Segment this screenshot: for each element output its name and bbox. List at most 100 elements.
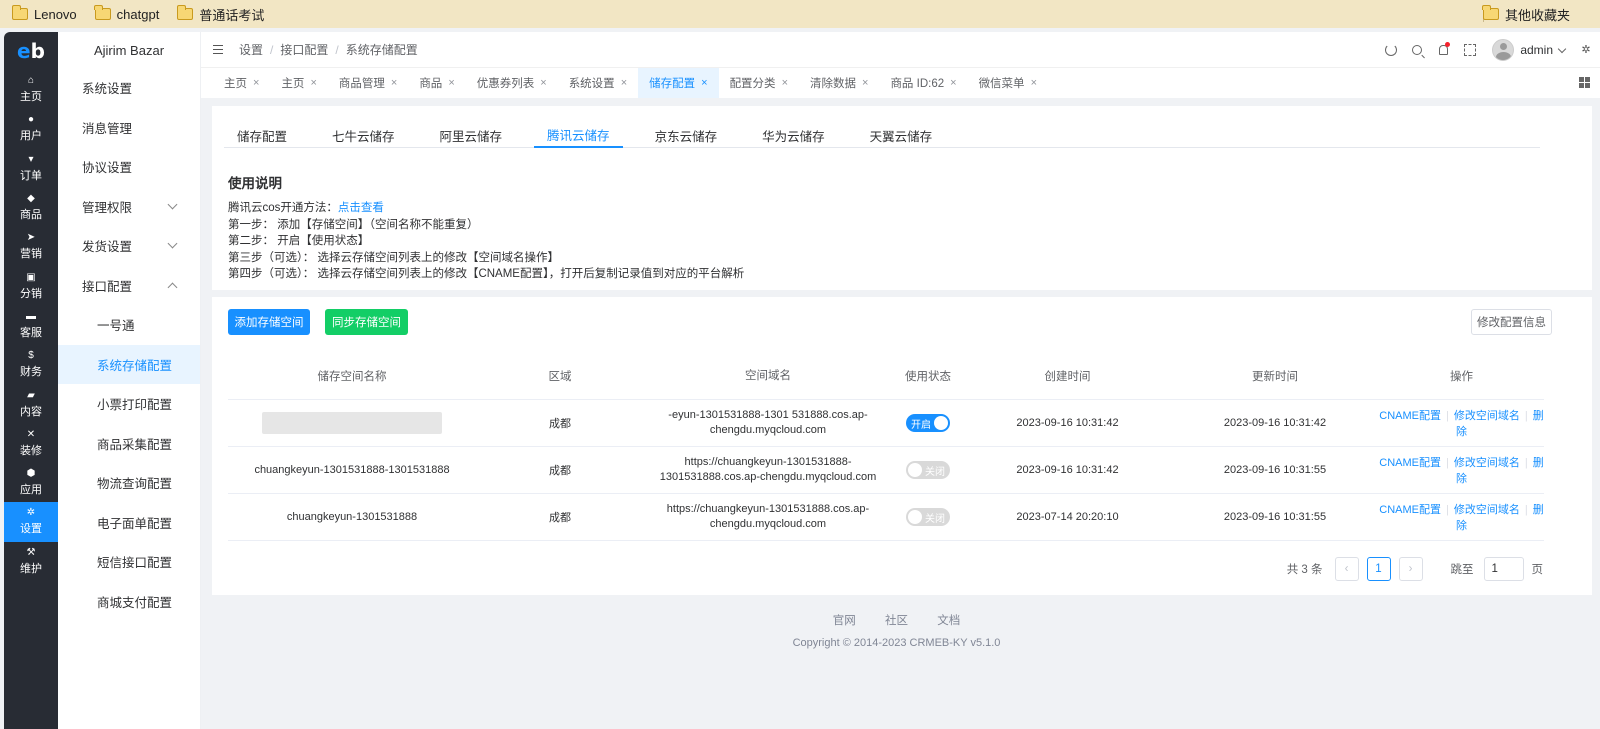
storage-provider-tab[interactable]: 七牛云储存: [319, 122, 408, 148]
rail-item[interactable]: ⚒ 维护: [4, 542, 58, 581]
status-toggle[interactable]: 关闭: [906, 461, 950, 479]
cname-config-link[interactable]: CNAME配置: [1379, 504, 1441, 516]
submenu-item-agreement-settings[interactable]: 协议设置: [58, 147, 200, 187]
submenu-item-shipping-settings[interactable]: 发货设置: [58, 226, 200, 266]
settings-gear-icon[interactable]: ✲: [1580, 44, 1592, 56]
submenu-item-interface-config[interactable]: 接口配置: [58, 266, 200, 306]
edit-domain-link[interactable]: 修改空间域名: [1454, 504, 1520, 516]
footer-link-docs[interactable]: 文档: [937, 615, 960, 627]
close-icon[interactable]: ×: [253, 77, 259, 89]
footer-link-official-site[interactable]: 官网: [833, 615, 856, 627]
close-icon[interactable]: ×: [310, 77, 316, 89]
submenu-item-sms-interface[interactable]: 短信接口配置: [58, 542, 200, 582]
status-cell: 开启: [892, 414, 964, 432]
close-icon[interactable]: ×: [621, 77, 627, 89]
bookmark-lenovo[interactable]: Lenovo: [11, 5, 77, 22]
rail-item[interactable]: ◆ 商品: [4, 188, 58, 227]
submenu-item-payment-config[interactable]: 商城支付配置: [58, 582, 200, 622]
edit-domain-link[interactable]: 修改空间域名: [1454, 410, 1520, 422]
chevron-down-icon[interactable]: [1557, 44, 1567, 53]
storage-provider-tab[interactable]: 腾讯云储存: [534, 122, 623, 148]
storage-provider-tab[interactable]: 天翼云储存: [857, 122, 946, 148]
usage-step: 第四步（可选）： 选择云存储空间列表上的修改【CNAME配置】，打开后复制记录值…: [228, 268, 745, 281]
page-tab[interactable]: 清除数据 ×: [799, 68, 879, 98]
submenu-item-message-management[interactable]: 消息管理: [58, 108, 200, 148]
refresh-icon[interactable]: [1385, 44, 1398, 56]
prev-page-button[interactable]: ‹: [1334, 557, 1359, 581]
submenu-item-storage-config[interactable]: 系统存储配置: [58, 344, 200, 384]
close-icon[interactable]: ×: [391, 77, 397, 89]
rail-item[interactable]: ▾ 订单: [4, 149, 58, 188]
app-logo[interactable]: eb: [4, 32, 58, 70]
submenu-label: 短信接口配置: [97, 556, 173, 571]
close-icon[interactable]: ×: [862, 77, 868, 89]
storage-provider-tab[interactable]: 储存配置: [224, 122, 300, 148]
close-icon[interactable]: ×: [950, 77, 956, 89]
avatar[interactable]: [1492, 39, 1515, 61]
menu-toggle-icon[interactable]: [213, 45, 223, 54]
submenu-item-system-settings[interactable]: 系统设置: [58, 68, 200, 108]
rail-item[interactable]: ✲ 设置: [4, 502, 58, 542]
rail-item[interactable]: ▬ 客服: [4, 306, 58, 345]
status-toggle[interactable]: 关闭: [906, 508, 950, 526]
page-tab[interactable]: 商品 ID:62 ×: [879, 68, 967, 98]
notification-bell-icon[interactable]: [1437, 42, 1451, 56]
jump-page-input[interactable]: 1: [1483, 557, 1524, 581]
rail-icon: ●: [27, 114, 35, 126]
next-page-button[interactable]: ›: [1398, 557, 1423, 581]
rail-item[interactable]: ● 用户: [4, 109, 58, 148]
view-guide-link[interactable]: 点击查看: [338, 202, 384, 214]
page-tab[interactable]: 商品管理 ×: [328, 68, 408, 98]
bookmark-mandarin-exam[interactable]: 普通话考试: [176, 5, 264, 24]
bookmark-chatgpt[interactable]: chatgpt: [94, 5, 159, 22]
page-tab[interactable]: 系统设置 ×: [558, 68, 638, 98]
breadcrumb-item[interactable]: 设置: [239, 43, 263, 57]
footer-link-community[interactable]: 社区: [885, 615, 908, 627]
rail-item[interactable]: ▰ 内容: [4, 384, 58, 423]
rail-item[interactable]: ⬢ 应用: [4, 463, 58, 502]
rail-item[interactable]: ▣ 分销: [4, 266, 58, 305]
close-icon[interactable]: ×: [782, 77, 788, 89]
page-tab[interactable]: 优惠券列表 ×: [466, 68, 558, 98]
submenu-item-logistics-query[interactable]: 物流查询配置: [58, 463, 200, 503]
submenu-item-yihaotong[interactable]: 一号通: [58, 305, 200, 345]
rail-item[interactable]: ⌂ 主页: [4, 70, 58, 109]
bookmark-other-favorites[interactable]: 其他收藏夹: [1482, 0, 1570, 28]
page-tab[interactable]: 储存配置 ×: [638, 68, 719, 98]
page-tab[interactable]: 主页 ×: [270, 68, 327, 98]
rail-item[interactable]: ✕ 装修: [4, 424, 58, 463]
submenu-item-product-collect[interactable]: 商品采集配置: [58, 424, 200, 464]
page-tab[interactable]: 微信菜单 ×: [968, 68, 1048, 98]
tabs-menu-icon[interactable]: [1579, 77, 1590, 88]
page-tab[interactable]: 配置分类 ×: [719, 68, 799, 98]
storage-provider-tab[interactable]: 京东云储存: [642, 122, 731, 148]
close-icon[interactable]: ×: [701, 77, 707, 89]
page-number-button[interactable]: 1: [1366, 557, 1391, 581]
fullscreen-icon[interactable]: [1464, 44, 1477, 56]
page-tabs-bar: 主页 × 主页 × 商品管理 × 商品 × 优惠券列表 × 系统设置 × 储存配置 × 配置分类 × 清除数据 ×…: [201, 68, 1600, 98]
sync-storage-button[interactable]: 同步存储空间: [325, 309, 408, 335]
breadcrumb-item[interactable]: 接口配置: [280, 43, 328, 57]
close-icon[interactable]: ×: [1031, 77, 1037, 89]
add-storage-button[interactable]: 添加存储空间: [228, 309, 310, 335]
rail-label: 维护: [20, 562, 42, 575]
close-icon[interactable]: ×: [540, 77, 546, 89]
submenu-item-permissions[interactable]: 管理权限: [58, 187, 200, 227]
page-tab[interactable]: 主页 ×: [213, 68, 270, 98]
rail-item[interactable]: ➤ 营销: [4, 227, 58, 266]
storage-provider-tab[interactable]: 阿里云储存: [427, 122, 516, 148]
cname-config-link[interactable]: CNAME配置: [1379, 410, 1441, 422]
bookmark-label: 其他收藏夹: [1504, 7, 1570, 23]
rail-item[interactable]: $ 财务: [4, 345, 58, 384]
status-toggle[interactable]: 开启: [906, 414, 950, 432]
edit-config-button[interactable]: 修改配置信息: [1471, 309, 1552, 335]
page-tab[interactable]: 商品 ×: [408, 68, 465, 98]
submenu-item-receipt-print[interactable]: 小票打印配置: [58, 384, 200, 424]
edit-domain-link[interactable]: 修改空间域名: [1454, 457, 1520, 469]
cname-config-link[interactable]: CNAME配置: [1379, 457, 1441, 469]
close-icon[interactable]: ×: [448, 77, 454, 89]
search-icon[interactable]: [1412, 45, 1423, 55]
submenu-item-e-waybill[interactable]: 电子面单配置: [58, 503, 200, 543]
storage-provider-tab[interactable]: 华为云储存: [749, 122, 838, 148]
username[interactable]: admin: [1520, 43, 1553, 57]
